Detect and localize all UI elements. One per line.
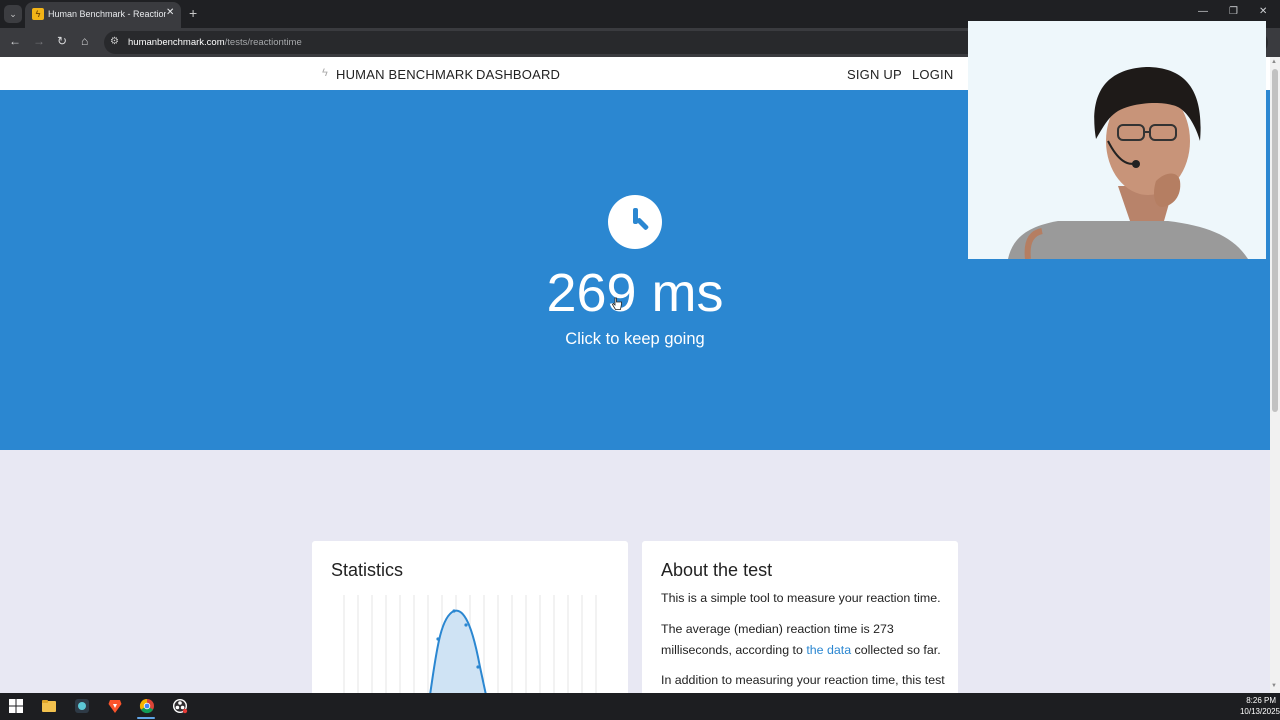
scroll-down-arrow-icon[interactable]: ▼: [1271, 683, 1277, 689]
scroll-up-arrow-icon[interactable]: ▲: [1271, 59, 1277, 65]
url-host: humanbenchmark.com: [128, 37, 225, 48]
restore-window-button[interactable]: ❐: [1229, 6, 1238, 17]
tab-title: Human Benchmark - Reaction Time: [48, 9, 166, 19]
about-paragraph-1: This is a simple tool to measure your re…: [661, 591, 941, 605]
webcam-person-image: [968, 21, 1266, 259]
bolt-icon: ϟ: [322, 67, 328, 79]
hand-cursor-icon: [612, 297, 622, 310]
site-info-icon[interactable]: ⚙: [110, 36, 119, 47]
tab-search-button[interactable]: ⌄: [4, 5, 22, 23]
scroll-thumb[interactable]: [1272, 69, 1278, 412]
dashboard-link[interactable]: DASHBOARD: [476, 67, 560, 82]
back-button[interactable]: ←: [9, 34, 21, 48]
page-scrollbar[interactable]: ▲ ▼: [1270, 57, 1280, 693]
windows-start-icon[interactable]: [8, 698, 24, 714]
keep-going-hint: Click to keep going: [565, 330, 705, 348]
chrome-icon[interactable]: [139, 698, 155, 714]
benchmark-bolt-icon: ϟ: [32, 8, 44, 20]
forward-button[interactable]: →: [33, 34, 45, 48]
clock-icon: [608, 195, 662, 249]
statistics-title: Statistics: [331, 560, 404, 580]
reaction-result: 269 ms: [546, 263, 724, 323]
reload-button[interactable]: ↻: [57, 34, 67, 48]
sign-up-link[interactable]: SIGN UP: [847, 67, 902, 82]
brave-browser-icon[interactable]: [107, 698, 123, 714]
about-paragraph-2: The average (median) reaction time is 27…: [661, 619, 946, 661]
photos-icon[interactable]: [74, 698, 90, 714]
tab-reaction-time[interactable]: ϟ Human Benchmark - Reaction Time ✕: [25, 2, 181, 28]
login-link[interactable]: LOGIN: [912, 67, 953, 82]
about-title: About the test: [661, 560, 773, 580]
windows-taskbar: 8:26 PM 10/13/2025: [0, 693, 1280, 720]
data-link[interactable]: the data: [806, 643, 851, 657]
close-window-button[interactable]: ✕: [1259, 6, 1267, 17]
minimize-window-button[interactable]: —: [1198, 6, 1208, 17]
file-explorer-icon[interactable]: [41, 698, 57, 714]
about-card: About the test This is a simple tool to …: [642, 541, 958, 693]
chrome-active-indicator: [137, 717, 155, 719]
obs-icon[interactable]: [172, 698, 188, 714]
about-paragraph-2-end: collected so far.: [851, 643, 941, 657]
statistics-card: Statistics: [312, 541, 628, 693]
new-tab-button[interactable]: +: [189, 5, 197, 21]
taskbar-time[interactable]: 8:26 PM: [1232, 696, 1276, 705]
about-paragraph-3: In addition to measuring your reaction t…: [661, 673, 945, 687]
url-text: humanbenchmark.com/tests/reactiontime: [128, 37, 302, 48]
taskbar-date[interactable]: 10/13/2025: [1232, 707, 1280, 716]
url-path: /tests/reactiontime: [224, 37, 302, 48]
webcam-overlay: [968, 21, 1266, 259]
close-tab-icon[interactable]: ✕: [166, 7, 174, 18]
brand-link[interactable]: HUMAN BENCHMARK: [336, 67, 473, 82]
home-button[interactable]: ⌂: [81, 34, 88, 48]
reaction-distribution-chart: [343, 595, 597, 693]
